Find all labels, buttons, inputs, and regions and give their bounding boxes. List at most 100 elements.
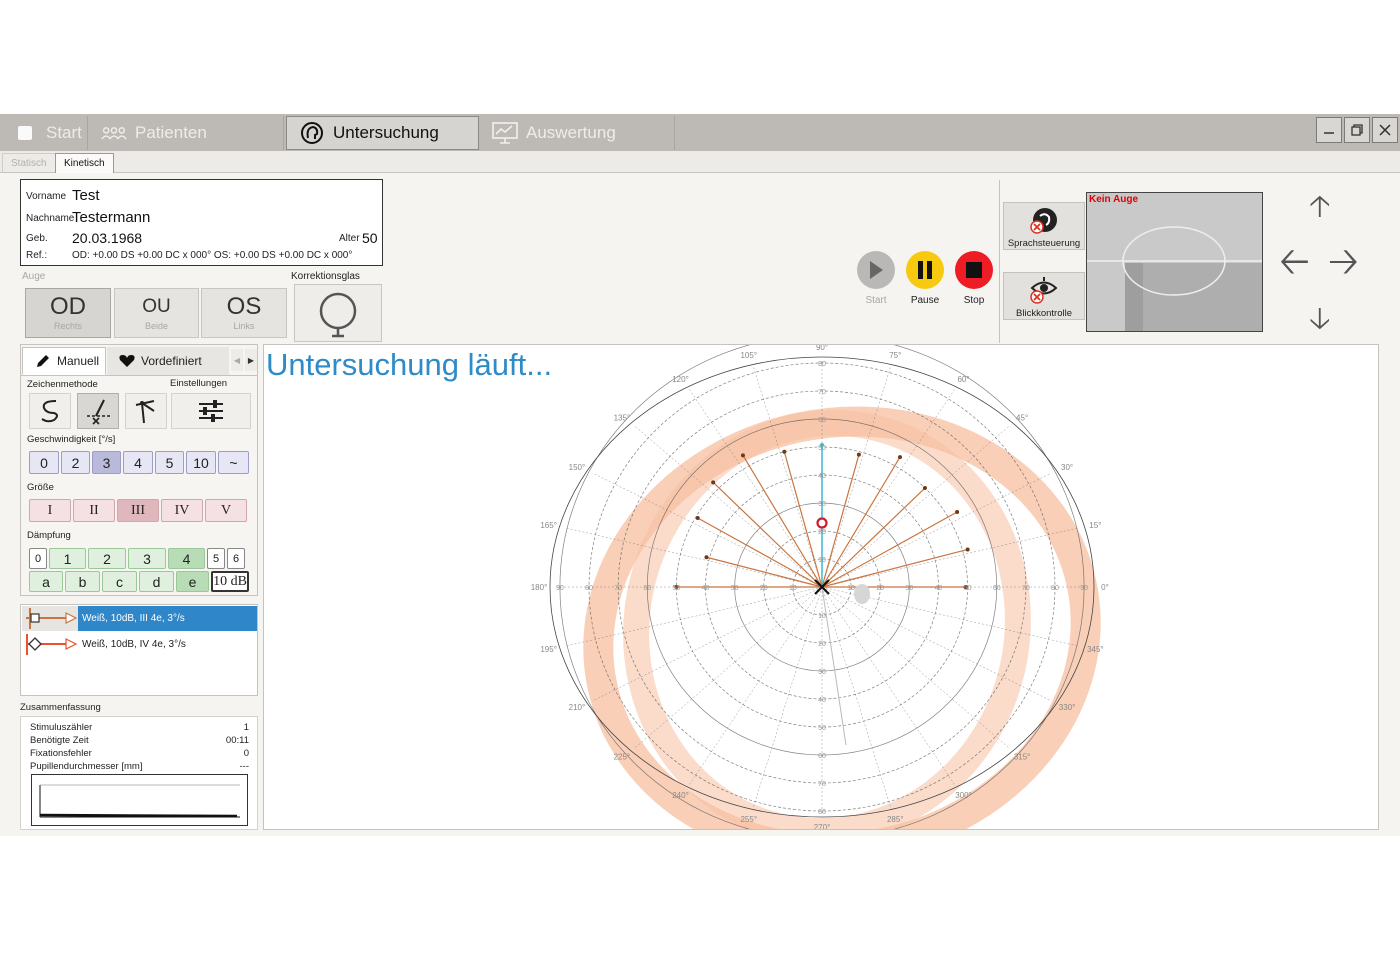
angle-label: 135° — [614, 413, 631, 422]
size-iii-button[interactable]: III — [117, 499, 159, 522]
stop-label: Stop — [963, 295, 985, 306]
speed-label: Geschwindigkeit [°/s] — [27, 434, 116, 445]
size-selector: I II III IV V — [29, 499, 247, 522]
ring-label: 20 — [876, 585, 884, 592]
ring-label: 10 — [789, 585, 797, 592]
pause-button[interactable]: Pause — [903, 251, 947, 306]
damp-a-button[interactable]: a — [29, 571, 63, 592]
tab-start[interactable]: Start — [0, 116, 88, 150]
tab-kinetisch[interactable]: Kinetisch — [55, 153, 114, 173]
speed-5-button[interactable]: 5 — [155, 451, 184, 474]
tab-statisch[interactable]: Statisch — [2, 153, 56, 173]
speed-4-button[interactable]: 4 — [123, 451, 153, 474]
eye-od-button[interactable]: OD Rechts — [25, 288, 111, 338]
angle-label: 15° — [1089, 521, 1101, 530]
voice-control-button[interactable]: Sprachsteuerung — [1003, 202, 1085, 250]
size-iv-button[interactable]: IV — [161, 499, 203, 522]
speed-2-button[interactable]: 2 — [61, 451, 90, 474]
speed-10-button[interactable]: 10 — [186, 451, 216, 474]
arrow-right-icon: 🡢 — [1328, 241, 1359, 283]
tab-scroll-left-button[interactable]: ◀ — [231, 349, 243, 371]
ring-label: 60 — [818, 417, 826, 424]
visual-field-chart[interactable]: 0° 15° 30° 45° 60° 75° 90° 105° 120° 135° 150° 165°… — [264, 345, 1379, 830]
stop-button[interactable]: Stop — [952, 251, 996, 306]
ring-label: 80 — [585, 585, 593, 592]
damp-4-button[interactable]: 4 — [168, 548, 205, 569]
stop-icon — [955, 251, 993, 289]
move-down-button[interactable]: 🡣 — [1309, 304, 1331, 334]
size-i-button[interactable]: I — [29, 499, 71, 522]
damp-e-button[interactable]: e — [176, 571, 209, 592]
ring-label: 10 — [818, 613, 826, 620]
vector-endpoint — [965, 547, 970, 552]
minimize-button[interactable] — [1316, 117, 1342, 143]
freehand-draw-button[interactable] — [29, 393, 71, 429]
tab-untersuchung[interactable]: Untersuchung — [286, 116, 479, 150]
speed-3-button[interactable]: 3 — [92, 451, 121, 474]
damp-c-button[interactable]: c — [102, 571, 137, 592]
angle-label: 255° — [740, 815, 757, 824]
correction-lens-button[interactable] — [294, 284, 382, 342]
stimulus-row-1-label: Weiß, 10dB, III 4e, 3°/s — [82, 613, 185, 624]
start-icon — [12, 122, 38, 144]
ring-label: 30 — [818, 669, 826, 676]
gaze-control-label: Blickkontrolle — [1016, 308, 1072, 319]
perimetry-canvas-area[interactable]: Untersuchung läuft... 0° 15° 30° 45° 60° 75° 9… — [263, 344, 1379, 830]
move-left-button[interactable]: 🡠 — [1279, 243, 1310, 281]
tab-scroll-right-button[interactable]: ▶ — [245, 349, 257, 371]
eye-label: Auge — [22, 271, 46, 282]
tab-manuell[interactable]: Manuell — [22, 347, 106, 375]
pupil-graph — [31, 774, 248, 826]
damp-0-button[interactable]: 0 — [29, 548, 47, 569]
stimulus-row-2[interactable]: Weiß, 10dB, IV 4e, 3°/s — [22, 632, 257, 657]
move-up-button[interactable]: 🡡 — [1309, 192, 1331, 222]
ring-label: 20 — [818, 641, 826, 648]
stimulus-vector — [712, 481, 823, 588]
eye-ou-button[interactable]: OU Beide — [114, 288, 199, 338]
tab-auswertung[interactable]: Auswertung — [480, 116, 675, 150]
square-stimulus-icon — [22, 606, 78, 631]
pause-label: Pause — [910, 295, 940, 306]
damp-d-button[interactable]: d — [139, 571, 174, 592]
tab-patienten-label: Patienten — [135, 123, 207, 142]
angle-label: 0° — [1101, 583, 1109, 592]
tab-patienten[interactable]: Patienten — [89, 116, 284, 150]
stimulus-list: Weiß, 10dB, III 4e, 3°/s Weiß, 10dB, IV … — [20, 604, 258, 696]
damp-1-button[interactable]: 1 — [49, 548, 86, 569]
summary-key: Stimuluszähler — [30, 722, 93, 733]
blind-spot — [854, 584, 870, 604]
ring-label: 30 — [905, 585, 913, 592]
vector-icon — [87, 399, 110, 425]
ring-label: 10 — [847, 585, 855, 592]
restore-button[interactable] — [1344, 117, 1370, 143]
damp-5-button[interactable]: 5 — [207, 548, 225, 569]
size-ii-button[interactable]: II — [73, 499, 115, 522]
eye-os-button[interactable]: OS Links — [201, 288, 287, 338]
ring-label: 20 — [760, 585, 768, 592]
angle-label: 75° — [889, 351, 901, 360]
angle-label: 105° — [740, 351, 757, 360]
close-button[interactable] — [1372, 117, 1398, 143]
settings-button[interactable] — [171, 393, 251, 429]
damp-2-button[interactable]: 2 — [88, 548, 126, 569]
ring-label: 40 — [818, 697, 826, 704]
summary-row-fixation: Fixationsfehler 0 — [30, 748, 249, 759]
size-v-button[interactable]: V — [205, 499, 247, 522]
pencil-icon — [37, 355, 49, 367]
stimulus-row-1[interactable]: Weiß, 10dB, III 4e, 3°/s — [22, 606, 257, 631]
radial-draw-button[interactable] — [125, 393, 167, 429]
damp-6-button[interactable]: 6 — [227, 548, 245, 569]
patient-info-box: Vorname Test Nachname Testermann Geb. 20… — [20, 179, 383, 266]
gaze-control-button[interactable]: Blickkontrolle — [1003, 272, 1085, 320]
arrow-up-icon: 🡡 — [1309, 190, 1331, 223]
start-button[interactable]: Start — [854, 251, 898, 306]
speed-0-button[interactable]: 0 — [29, 451, 59, 474]
tab-vordefiniert[interactable]: Vordefiniert — [107, 347, 229, 375]
damp-3-button[interactable]: 3 — [128, 548, 166, 569]
move-right-button[interactable]: 🡢 — [1328, 243, 1359, 281]
exam-type-tabs: Statisch Kinetisch — [0, 151, 1400, 173]
vector-draw-button[interactable] — [77, 393, 119, 429]
speed-variable-button[interactable]: ~ — [218, 451, 249, 474]
damp-b-button[interactable]: b — [65, 571, 100, 592]
eye-camera-view: Kein Auge — [1086, 192, 1263, 332]
